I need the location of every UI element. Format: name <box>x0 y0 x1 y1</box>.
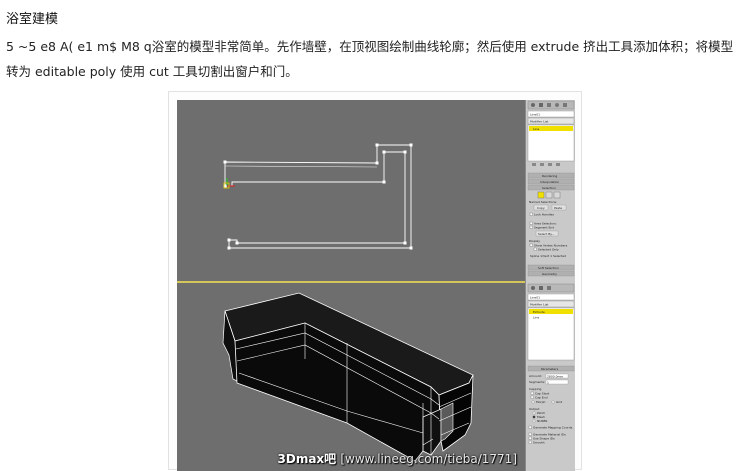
watermark-brand: 3Dmax吧 <box>277 452 337 466</box>
smooth-checkbox[interactable] <box>528 440 532 444</box>
cap-end-checkbox[interactable] <box>530 395 534 399</box>
area-selection-checkbox[interactable] <box>529 221 533 225</box>
gen-material-checkbox[interactable] <box>528 432 532 436</box>
extruded-walls <box>222 292 474 462</box>
named-selections-label: Named Selections: <box>529 200 557 204</box>
perspective-viewport[interactable]: 3Dmax吧 [www.lineeg.com/tieba/1771] <box>177 283 525 471</box>
cap-start-checkbox[interactable] <box>530 391 534 395</box>
nurbs-label: NURBS <box>537 419 548 423</box>
segments-spinner[interactable] <box>545 379 569 385</box>
top-viewport[interactable] <box>177 100 525 281</box>
lock-handles-label: Lock Handles <box>534 213 554 217</box>
select-by-label: Select By... <box>538 232 555 236</box>
screenshot-frame: 3Dmax吧 [www.lineeg.com/tieba/1771] Line0… <box>168 91 582 471</box>
smooth-label: Smooth <box>533 441 545 445</box>
article-heading: 浴室建模 <box>6 12 59 27</box>
selected-only-checkbox[interactable] <box>533 247 537 251</box>
rollout-soft-selection-label: Soft Selection <box>538 266 559 270</box>
panel-tab-icons <box>527 100 575 110</box>
watermark-url: [www.lineeg.com/tieba/1771] <box>340 452 517 466</box>
segments-label: Segments: <box>529 380 545 384</box>
segments-value: 1 <box>547 380 549 384</box>
gen-mapping-label: Generate Mapping Coords. <box>533 426 573 430</box>
grid-radio[interactable] <box>551 400 555 404</box>
wall-front-face <box>234 322 442 462</box>
nurbs-radio[interactable] <box>532 419 536 423</box>
wall-spline <box>224 144 412 249</box>
rollout-selection-label: Selection <box>542 186 556 190</box>
3dsmax-screenshot: 3Dmax吧 [www.lineeg.com/tieba/1771] Line0… <box>177 100 575 471</box>
object-name-text: Line01 <box>530 113 540 117</box>
rollout-geometry-label: Geometry <box>542 272 557 276</box>
morph-label: Morph <box>536 400 546 404</box>
subobject-icons[interactable] <box>537 191 561 199</box>
amount-label: Amount: <box>529 374 542 378</box>
rollout-parameters-label: Parameters <box>541 367 559 371</box>
stack-item-line-2: Line <box>533 316 539 320</box>
command-panel: Line01 Modifier List Line Rendering Inte… <box>525 100 575 471</box>
mesh-radio[interactable] <box>532 415 536 419</box>
cap-end-label: Cap End <box>535 396 548 400</box>
copy-label: Copy <box>537 206 545 210</box>
rollout-rendering-label: Rendering <box>542 174 557 178</box>
modifier-list-text-2: Modifier List <box>530 303 549 307</box>
amount-value: 2800.0mm <box>547 374 563 378</box>
article-paragraph: 5 ~5 e8 A( e1 m$ M8 q浴室的模型非常简单。先作墙壁，在顶视图… <box>6 39 734 79</box>
spline-outline <box>223 143 413 250</box>
gen-mapping-checkbox[interactable] <box>528 425 532 429</box>
selected-only-label: Selected Only <box>538 248 559 252</box>
stack-item-extrude: Extrude <box>533 310 545 314</box>
paste-label: Paste <box>554 206 562 210</box>
display-label: Display <box>529 239 540 243</box>
lock-handles-checkbox[interactable] <box>529 212 533 216</box>
selection-status-text: Spline 1/Vert 1 Selected <box>530 254 566 258</box>
morph-radio[interactable] <box>531 400 535 404</box>
grid-label: Grid <box>556 400 562 404</box>
show-vertex-numbers-checkbox[interactable] <box>529 243 533 247</box>
segment-end-checkbox[interactable] <box>529 225 533 229</box>
segment-end-label: Segment End <box>534 226 554 230</box>
capping-label: Capping <box>529 387 541 391</box>
object-name-text-2: Line01 <box>530 296 540 300</box>
patch-radio[interactable] <box>532 411 536 415</box>
command-panel-contents: Line01 Modifier List Line Rendering Inte… <box>527 100 575 445</box>
rollout-interpolation-label: Interpolation <box>540 180 559 184</box>
use-shape-ids-checkbox[interactable] <box>528 436 532 440</box>
stack-item-line: Line <box>533 127 539 131</box>
watermark: 3Dmax吧 [www.lineeg.com/tieba/1771] <box>278 450 517 467</box>
modifier-list-text: Modifier List <box>530 120 549 124</box>
